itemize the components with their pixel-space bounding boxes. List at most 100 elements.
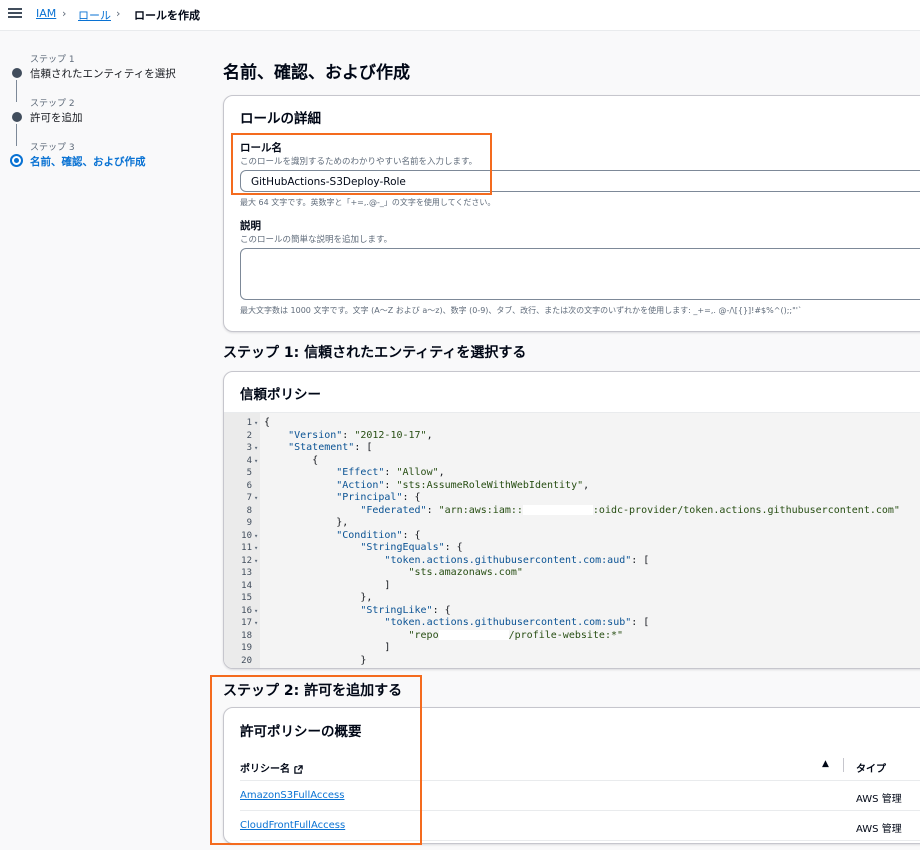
wizard-step-3: ステップ 3 名前、確認、および作成	[10, 140, 210, 184]
code-text: "token.actions.githubusercontent.com:sub…	[384, 617, 650, 628]
code-line: 1 ▾ {	[224, 417, 920, 430]
step1-heading: ステップ 1: 信頼されたエンティティを選択する	[223, 345, 527, 361]
code-text: "StringEquals": {	[360, 542, 463, 553]
code-line: 4 ▾ {	[224, 455, 920, 468]
line-number: 1	[246, 418, 252, 428]
chevron-right-icon: ›	[116, 7, 121, 20]
code-editor[interactable]: 1 ▾{2 "Version": "2012-10-17", 3 ▾ "Stateme…	[224, 412, 920, 668]
code-line: 9 },	[224, 517, 920, 530]
code-line: 5 "Effect": "Allow",	[224, 467, 920, 480]
line-number: 5	[246, 468, 252, 478]
line-number: 4	[246, 455, 252, 466]
breadcrumb-current: ロールを作成	[134, 9, 200, 22]
fold-icon[interactable]: ▾	[254, 455, 258, 468]
code-line: 19 ]	[224, 642, 920, 655]
description-desc: このロールの簡単な説明を追加します。	[240, 235, 393, 245]
code-text: }	[264, 654, 367, 666]
page-title: 名前、確認、および作成	[223, 63, 410, 83]
code-text: "Effect": "Allow",	[336, 467, 445, 478]
fold-icon[interactable]: ▾	[254, 442, 258, 455]
line-number: 16	[241, 605, 252, 616]
fold-icon[interactable]: ▾	[254, 617, 258, 630]
code-line: 12 ▾ "token.actions.githubusercontent.com…	[224, 555, 920, 568]
code-text: {	[264, 454, 319, 466]
line-number: 7	[246, 493, 252, 503]
fold-icon[interactable]: ▾	[254, 492, 258, 505]
line-number: 19	[241, 643, 252, 653]
line-number: 20	[241, 655, 252, 666]
code-text: ]	[264, 642, 391, 653]
role-name-label: ロール名	[240, 142, 282, 154]
step2-heading: ステップ 2: 許可を追加する	[223, 683, 403, 699]
code-text: "Version": "2012-10-17",	[288, 429, 433, 441]
code-text: "repo/profile-website:*"	[408, 629, 623, 641]
code-text: },	[264, 517, 349, 528]
line-number: 14	[241, 580, 252, 591]
line-number: 2	[246, 430, 252, 441]
policy-link[interactable]: CloudFrontFullAccess	[240, 820, 345, 831]
role-name-input[interactable]: GitHubActions-S3Deploy-Role	[240, 170, 920, 192]
breadcrumb-iam[interactable]: IAM	[36, 7, 56, 20]
description-label: 説明	[240, 220, 261, 232]
code-text: ]	[264, 579, 391, 591]
wizard-steps: ステップ 1 信頼されたエンティティを選択 ステップ 2 許可を追加 ステップ …	[10, 52, 210, 184]
permissions-summary-title: 許可ポリシーの概要	[240, 724, 362, 740]
fold-icon[interactable]: ▾	[254, 530, 258, 543]
line-number: 6	[246, 480, 252, 491]
code-line: 20 }	[224, 655, 920, 668]
code-line: 6 "Action": "sts:AssumeRoleWithWebIdenti…	[224, 480, 920, 493]
code-line: 16 ▾ "StringLike": {	[224, 605, 920, 618]
fold-icon[interactable]: ▾	[254, 605, 258, 618]
breadcrumb-roles[interactable]: ロール	[78, 7, 111, 23]
line-number: 13	[241, 568, 252, 578]
trust-policy-card: 信頼ポリシー 1 ▾{2 "Version": "2012-10-17", 3 ▾ "…	[223, 371, 920, 669]
wizard-step-1[interactable]: ステップ 1 信頼されたエンティティを選択	[10, 52, 210, 102]
code-line: 18 "repo/profile-website:*"	[224, 629, 920, 643]
line-number: 15	[241, 593, 252, 603]
role-details-card: ロールの詳細 ロール名 このロールを識別するためのわかりやすい名前を入力します。…	[223, 95, 920, 332]
fold-icon[interactable]: ▾	[254, 542, 258, 555]
step-dot-icon	[12, 112, 22, 122]
description-textarea[interactable]	[240, 248, 920, 300]
policy-link[interactable]: AmazonS3FullAccess	[240, 790, 344, 801]
line-number: 11	[241, 543, 252, 553]
code-line: 2 "Version": "2012-10-17",	[224, 430, 920, 443]
step-dot-icon	[12, 68, 22, 78]
code-text: "Federated": "arn:aws:iam:::oidc-provide…	[360, 504, 900, 516]
trust-policy-title: 信頼ポリシー	[240, 387, 321, 403]
code-text: "Condition": {	[336, 529, 421, 541]
redacted-mask	[522, 504, 593, 515]
line-number: 18	[241, 630, 252, 641]
table-row: CloudFrontFullAccess AWS 管理	[240, 810, 920, 841]
code-text: {	[264, 417, 271, 428]
code-text: "Statement": [	[288, 442, 373, 453]
policy-type: AWS 管理	[856, 824, 902, 835]
wizard-step-2[interactable]: ステップ 2 許可を追加	[10, 96, 210, 146]
column-type[interactable]: タイプ	[856, 760, 886, 775]
role-name-hint: 最大 64 文字です。英数字と「+=,.@-_」の文字を使用してください。	[240, 198, 496, 207]
menu-icon[interactable]	[8, 6, 22, 20]
line-number: 10	[241, 530, 252, 541]
code-text: "StringLike": {	[360, 604, 451, 616]
sort-ascending-icon[interactable]: ▲	[822, 759, 829, 769]
role-name-description: このロールを識別するためのわかりやすい名前を入力します。	[240, 157, 478, 167]
policy-type: AWS 管理	[856, 794, 902, 805]
top-bar: IAM › ロール › ロールを作成	[0, 0, 920, 31]
column-policy-name[interactable]: ポリシー名	[240, 760, 303, 775]
fold-icon[interactable]: ▾	[254, 417, 258, 430]
code-text: "token.actions.githubusercontent.com:aud…	[384, 554, 650, 566]
line-number: 3	[246, 443, 252, 453]
line-number: 9	[246, 518, 252, 528]
line-number: 17	[241, 618, 252, 628]
code-line: 13 "sts.amazonaws.com"	[224, 567, 920, 580]
chevron-right-icon: ›	[62, 7, 67, 20]
table-row: AmazonS3FullAccess AWS 管理	[240, 780, 920, 811]
redacted-mask	[438, 629, 509, 640]
fold-icon[interactable]: ▾	[254, 555, 258, 568]
line-number: 8	[246, 505, 252, 516]
code-line: 7 ▾ "Principal": {	[224, 492, 920, 505]
code-line: 10 ▾ "Condition": {	[224, 530, 920, 543]
code-line: 8 "Federated": "arn:aws:iam:::oidc-provi…	[224, 504, 920, 518]
step-active-dot-icon	[10, 154, 23, 167]
code-text: },	[264, 592, 373, 603]
